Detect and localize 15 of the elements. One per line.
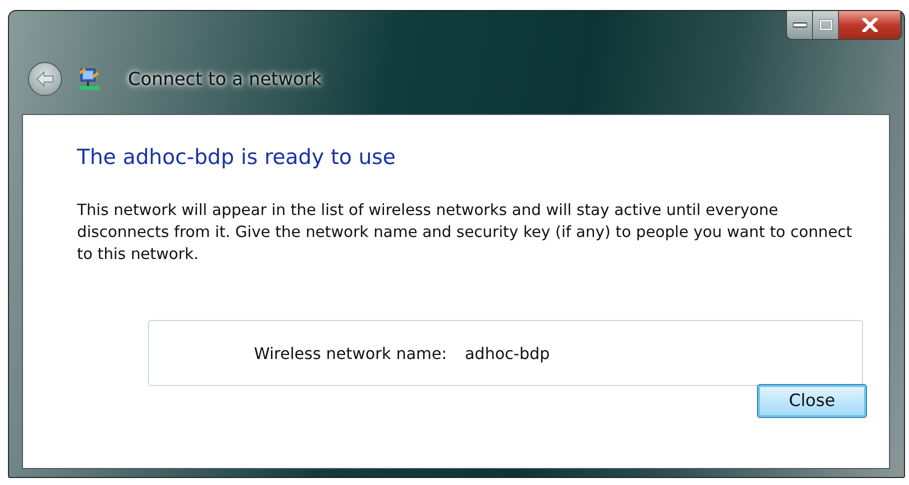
- back-button[interactable]: [28, 62, 62, 96]
- minimize-icon: [792, 22, 806, 28]
- close-icon: [862, 18, 878, 32]
- close-dialog-button[interactable]: Close: [757, 384, 867, 418]
- field-label: Wireless network name:: [254, 344, 447, 362]
- maximize-icon: [818, 19, 832, 31]
- close-button[interactable]: [839, 11, 901, 39]
- heading: The adhoc-bdp is ready to use: [77, 145, 397, 169]
- field-value: adhoc-bdp: [464, 344, 550, 362]
- minimize-button[interactable]: [787, 11, 813, 39]
- back-arrow-icon: [36, 71, 54, 87]
- network-icon: [78, 67, 100, 91]
- description-text: This network will appear in the list of wireless networks and will stay active until everyone disconnects from it. Give the network name and security key (if any) to people you want to connect to this network.: [77, 200, 854, 265]
- window-title: Connect to a network: [128, 68, 322, 90]
- maximize-button[interactable]: [813, 11, 839, 39]
